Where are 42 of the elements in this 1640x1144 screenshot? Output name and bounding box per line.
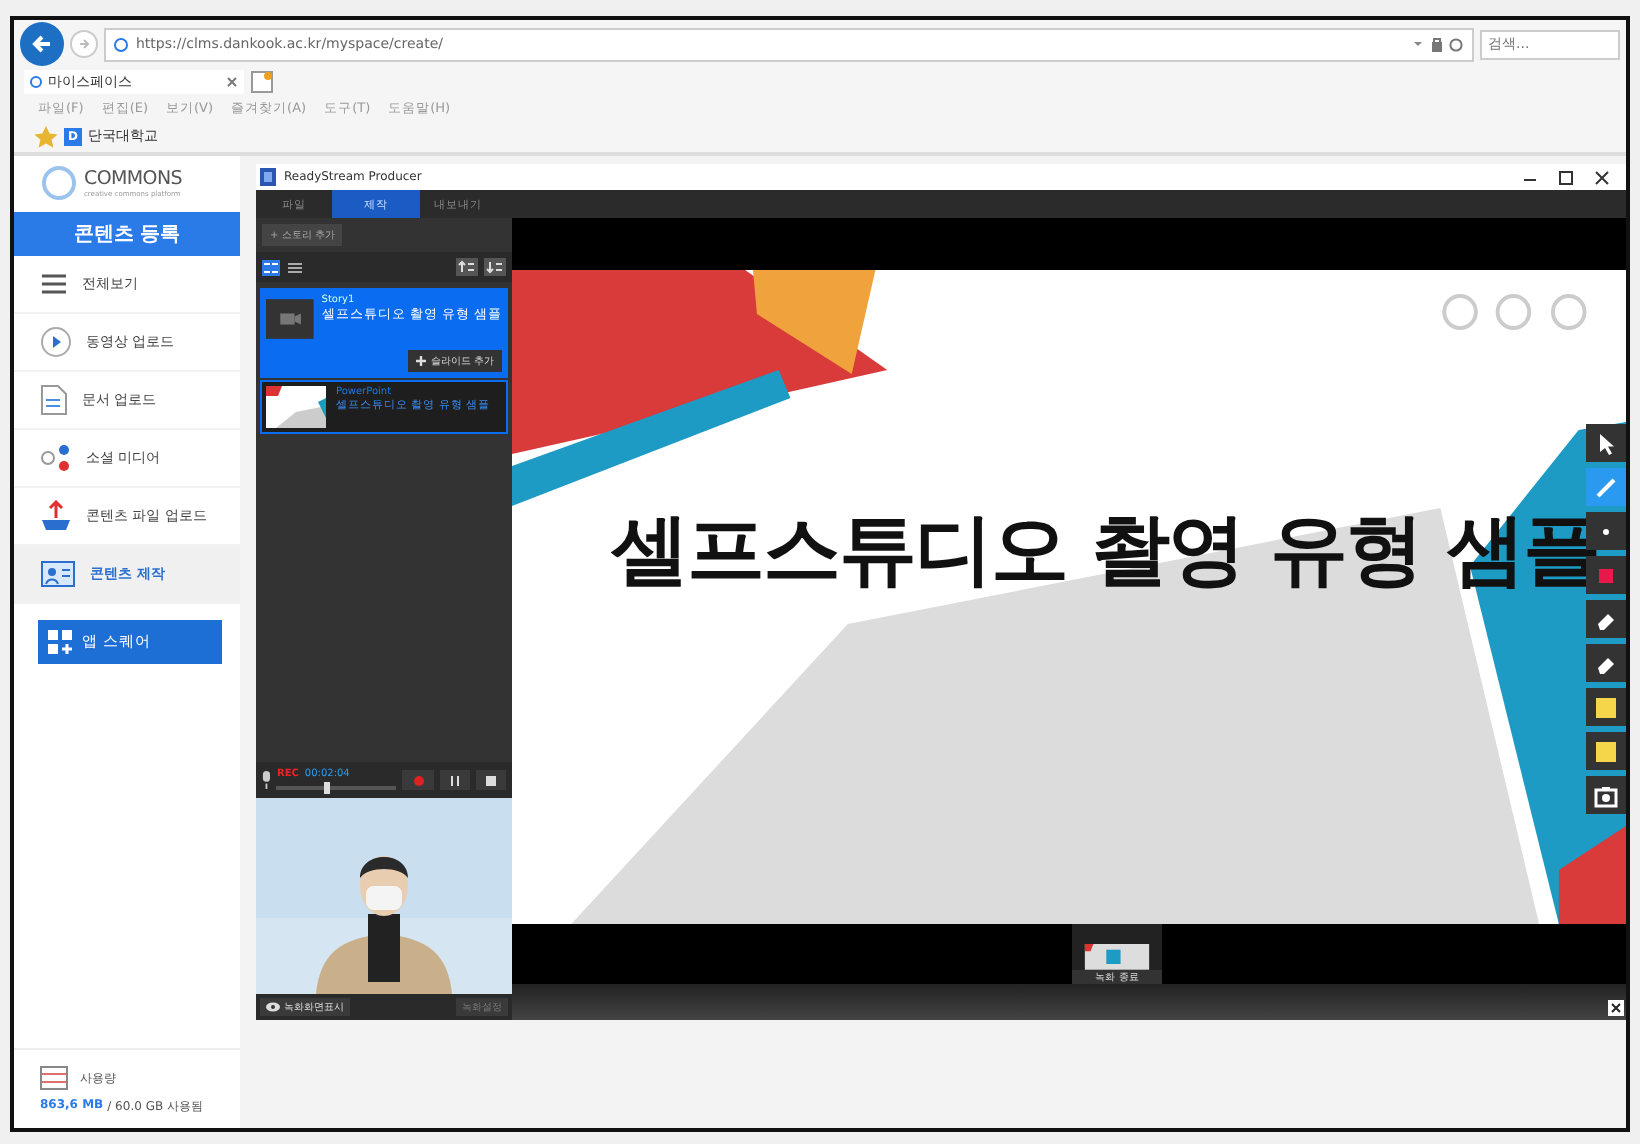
note-tool-icon[interactable]	[1586, 732, 1626, 770]
back-button[interactable]	[20, 22, 64, 66]
section-header: 콘텐츠 등록	[14, 212, 240, 256]
eye-icon	[266, 1002, 280, 1012]
stop-button[interactable]	[475, 770, 506, 790]
plus-icon	[416, 356, 427, 366]
video-thumbnail	[266, 294, 314, 344]
list-view-icon[interactable]	[286, 259, 304, 275]
pause-button[interactable]	[439, 770, 470, 790]
apps-icon	[48, 630, 72, 654]
stop-icon	[485, 775, 496, 785]
document-icon	[40, 384, 68, 416]
profile-card-icon	[40, 560, 76, 588]
eraser-tool-icon[interactable]	[1586, 644, 1626, 682]
logo-text: COMMONS	[84, 167, 183, 189]
move-down-icon[interactable]	[484, 258, 506, 276]
logo-ring-icon	[42, 165, 76, 199]
grid-view-icon[interactable]	[262, 259, 280, 275]
forward-arrow-icon	[76, 36, 92, 52]
lock-refresh-icon	[1412, 36, 1464, 52]
close-icon[interactable]	[1594, 169, 1610, 185]
camera-tool-icon[interactable]	[1586, 776, 1626, 814]
pause-icon	[449, 775, 460, 785]
back-arrow-icon	[30, 32, 54, 56]
upload-icon	[40, 500, 72, 532]
storage-icon	[40, 1066, 68, 1090]
record-icon	[413, 775, 424, 785]
close-icon[interactable]	[1608, 1000, 1624, 1016]
slider-thumb[interactable]	[324, 781, 331, 793]
move-up-icon[interactable]	[456, 258, 478, 276]
play-icon	[40, 326, 72, 358]
eraser-tool-icon[interactable]	[1586, 600, 1626, 638]
note-tool-icon[interactable]	[1586, 688, 1626, 726]
list-icon	[40, 272, 68, 296]
share-icon	[40, 444, 72, 472]
slide-thumbnail	[266, 386, 326, 428]
app-icon	[260, 168, 276, 186]
new-tab-icon[interactable]	[250, 70, 274, 94]
cursor-tool-icon[interactable]	[1586, 424, 1626, 462]
maximize-icon[interactable]	[1558, 169, 1574, 185]
microphone-icon	[262, 770, 271, 790]
star-icon[interactable]	[34, 125, 58, 147]
